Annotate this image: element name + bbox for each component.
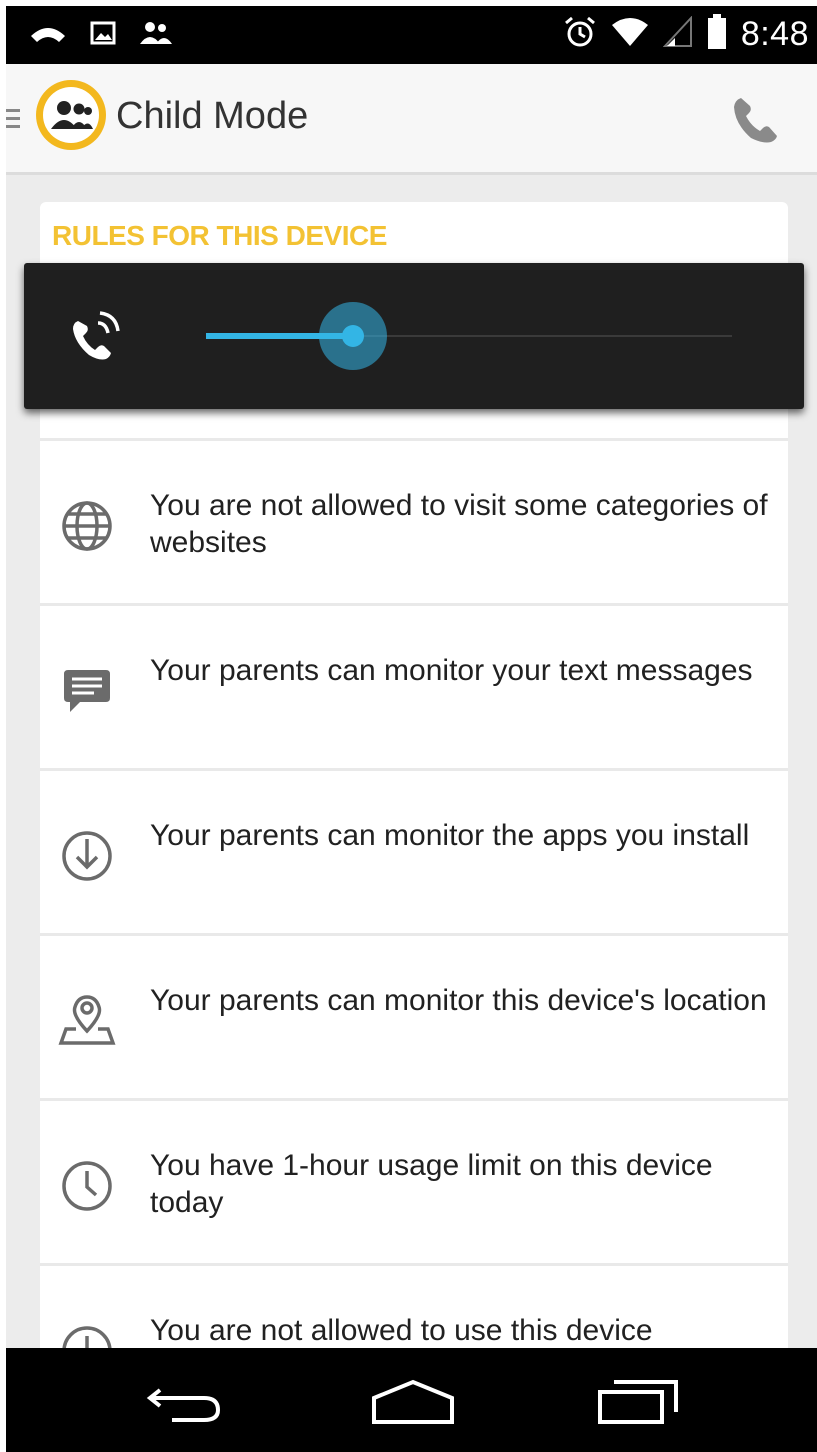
rules-section-title: RULES FOR THIS DEVICE — [52, 220, 387, 251]
recents-icon[interactable] — [588, 1374, 688, 1430]
message-icon — [58, 662, 116, 720]
battery-icon — [707, 14, 727, 55]
back-icon[interactable] — [136, 1374, 236, 1430]
status-bar: 8:48 — [6, 6, 817, 64]
menu-icon[interactable] — [6, 107, 20, 136]
rule-item-apps[interactable]: Your parents can monitor the apps you in… — [40, 768, 788, 933]
signal-icon — [662, 15, 693, 53]
navigation-bar — [6, 1348, 817, 1452]
home-icon[interactable] — [363, 1374, 463, 1430]
child-mode-logo[interactable] — [36, 80, 106, 150]
wifi-icon — [611, 16, 649, 53]
phone-icon[interactable] — [727, 92, 783, 148]
volume-overlay — [24, 263, 804, 409]
rule-text: You have 1-hour usage limit on this devi… — [150, 1149, 713, 1219]
clock-icon — [58, 1157, 116, 1215]
rule-text: You are not allowed to use this device — [150, 1314, 653, 1347]
volume-slider[interactable] — [206, 302, 732, 370]
download-icon — [58, 827, 116, 885]
rule-item-usage-limit[interactable]: You have 1-hour usage limit on this devi… — [40, 1098, 788, 1263]
missed-call-icon — [28, 20, 68, 51]
image-icon — [90, 20, 116, 51]
volume-slider-thumb[interactable] — [319, 302, 387, 370]
app-title: Child Mode — [116, 95, 309, 137]
rule-text: Your parents can monitor this device's l… — [150, 984, 767, 1017]
alarm-icon — [563, 15, 597, 54]
rule-text: You are not allowed to visit some catego… — [150, 489, 768, 559]
screen: 8:48 Child Mode RULES FOR THIS DEVICE Yo… — [6, 6, 817, 1452]
rule-item-websites[interactable]: You are not allowed to visit some catego… — [40, 438, 788, 603]
rule-item-messages[interactable]: Your parents can monitor your text messa… — [40, 603, 788, 768]
rule-item-location[interactable]: Your parents can monitor this device's l… — [40, 933, 788, 1098]
location-icon — [58, 992, 116, 1050]
clock-time: 8:48 — [740, 15, 809, 53]
call-volume-icon — [68, 309, 124, 365]
rules-list: You are not allowed to visit some catego… — [40, 274, 788, 1376]
globe-icon — [58, 497, 116, 555]
people-icon — [138, 20, 174, 51]
rule-text: Your parents can monitor the apps you in… — [150, 819, 750, 852]
action-bar: Child Mode — [6, 64, 817, 175]
rule-text: Your parents can monitor your text messa… — [150, 654, 753, 687]
